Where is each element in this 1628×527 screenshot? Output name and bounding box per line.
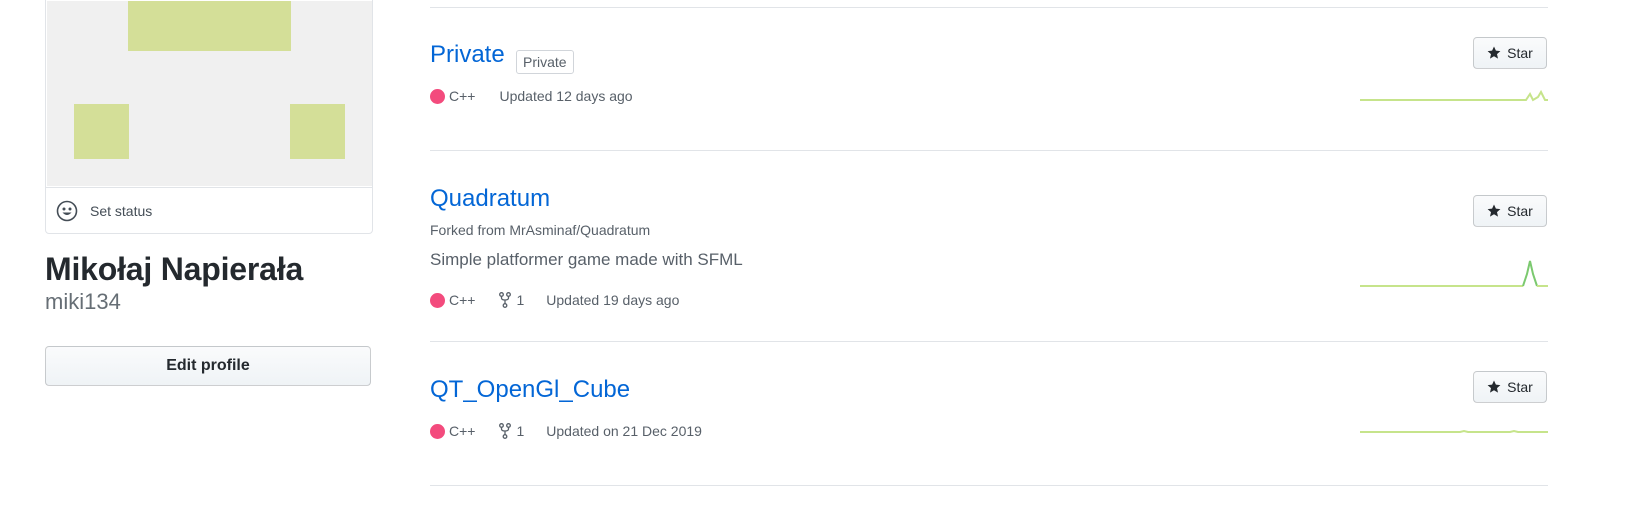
repo-meta: C++ 1 Updated on 21 Dec 2019 — [430, 423, 702, 439]
forked-from-line: Forked from MrAsminaf/Quadratum — [430, 222, 650, 238]
forks-link[interactable]: 1 — [499, 423, 524, 439]
fork-icon — [499, 423, 512, 439]
activity-sparkline — [1360, 260, 1548, 287]
star-button[interactable]: Star — [1473, 37, 1547, 69]
language-name: C++ — [449, 88, 476, 104]
forked-from-link[interactable]: MrAsminaf/Quadratum — [509, 222, 650, 238]
repo-meta: C++ Updated 12 days ago — [430, 88, 633, 104]
star-label: Star — [1507, 203, 1533, 219]
star-button[interactable]: Star — [1473, 371, 1547, 403]
repo-description: Simple platformer game made with SFML — [430, 250, 743, 269]
star-icon — [1487, 46, 1501, 59]
avatar-pixel — [290, 104, 345, 159]
repo-item: Quadratum Forked from MrAsminaf/Quadratu… — [430, 150, 1548, 341]
star-icon — [1487, 204, 1501, 217]
avatar-pixel — [128, 1, 291, 51]
repo-name-link[interactable]: Private — [430, 41, 505, 69]
edit-profile-button[interactable]: Edit profile — [45, 346, 371, 386]
forks-link[interactable]: 1 — [499, 292, 524, 308]
star-label: Star — [1507, 379, 1533, 395]
activity-sparkline — [1360, 89, 1548, 102]
star-icon — [1487, 380, 1501, 393]
private-badge: Private — [516, 50, 574, 74]
set-status-button[interactable]: Set status — [46, 187, 372, 233]
divider — [430, 485, 1548, 486]
language-color-dot — [430, 88, 445, 104]
updated-text: Updated 12 days ago — [499, 88, 633, 104]
user-full-name: Mikołaj Napierała — [45, 251, 304, 287]
repo-item: QT_OpenGl_Cube C++ 1 Updated on 21 Dec 2… — [430, 341, 1548, 485]
repo-item: Private Private C++ Updated 12 days ago … — [430, 7, 1548, 150]
forks-count: 1 — [516, 292, 525, 308]
avatar-pixel — [74, 104, 129, 159]
star-label: Star — [1507, 45, 1533, 61]
updated-text: Updated 19 days ago — [546, 292, 680, 308]
repo-meta: C++ 1 Updated 19 days ago — [430, 292, 679, 308]
avatar-card: Set status — [45, 0, 373, 234]
language-color-dot — [430, 292, 445, 308]
forked-from-prefix: Forked from — [430, 222, 506, 238]
language-name: C++ — [449, 423, 476, 439]
user-login: miki134 — [45, 289, 121, 314]
fork-icon — [499, 292, 512, 308]
language-color-dot — [430, 423, 445, 439]
repo-name-link[interactable]: QT_OpenGl_Cube — [430, 376, 630, 404]
updated-text: Updated on 21 Dec 2019 — [546, 423, 702, 439]
activity-sparkline — [1360, 429, 1548, 433]
star-button[interactable]: Star — [1473, 195, 1547, 227]
repo-name-link[interactable]: Quadratum — [430, 185, 550, 213]
avatar[interactable] — [47, 1, 372, 186]
smiley-icon — [56, 200, 78, 221]
set-status-label: Set status — [90, 202, 153, 219]
forks-count: 1 — [516, 423, 525, 439]
language-name: C++ — [449, 292, 476, 308]
